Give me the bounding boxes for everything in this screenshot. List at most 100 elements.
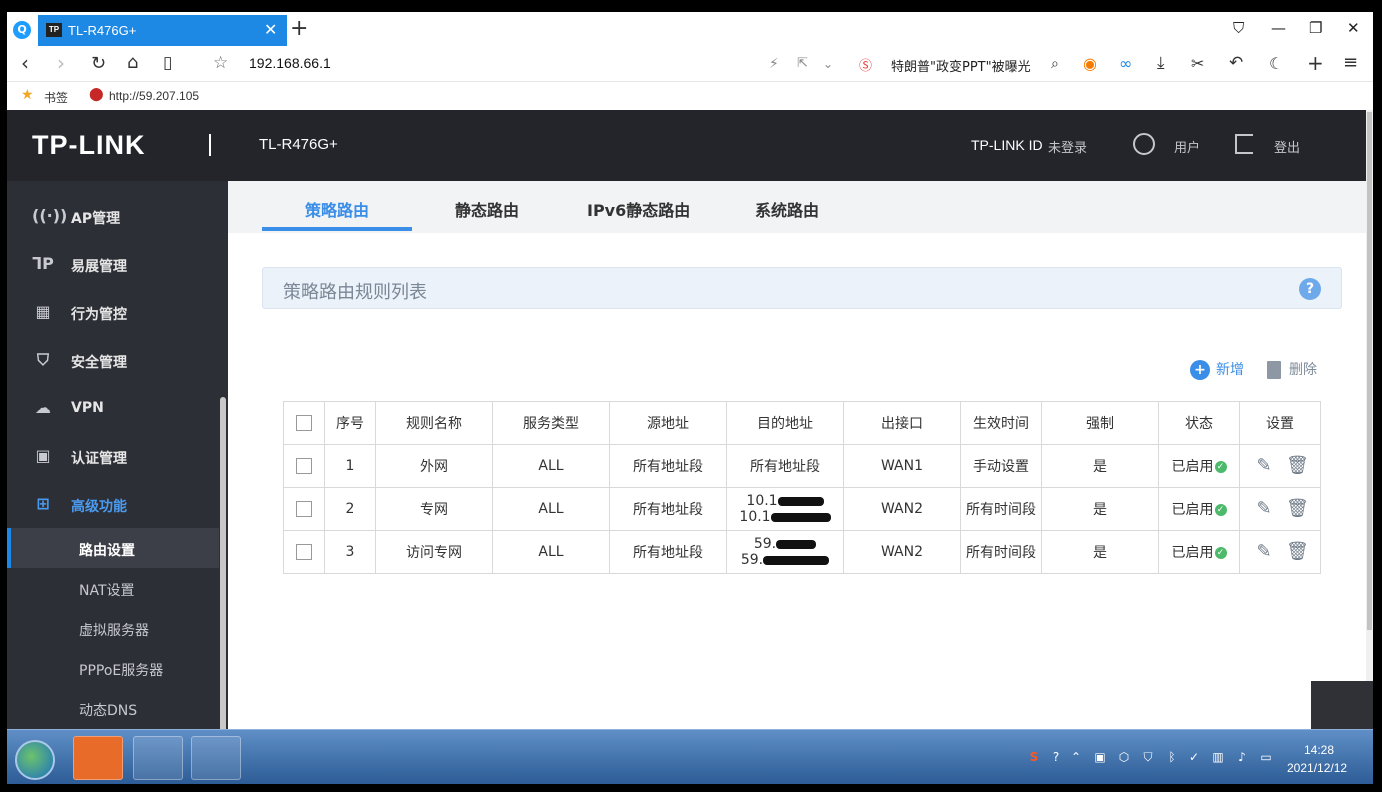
page-scrollbar[interactable]	[1366, 110, 1373, 729]
restore-button[interactable]: ❐	[1309, 19, 1322, 37]
sidebar-sub-ddns[interactable]: 动态DNS	[7, 688, 219, 728]
row-select-cell[interactable]	[283, 444, 325, 488]
tab-ipv6-static-route[interactable]: IPv6静态路由	[587, 197, 690, 221]
scissors-icon[interactable]: ✂	[1191, 54, 1204, 73]
tpid-status[interactable]: 未登录	[1048, 137, 1087, 156]
row-select-cell[interactable]	[283, 487, 325, 531]
action-center-icon[interactable]: ▭	[1259, 750, 1273, 764]
url-field[interactable]: 192.168.66.1	[249, 55, 331, 71]
trash-icon[interactable]: 🗑	[1286, 499, 1309, 519]
add-icon[interactable]: +	[1307, 51, 1324, 75]
clock-time[interactable]: 14:28	[1304, 743, 1334, 757]
redaction-mark	[763, 555, 830, 565]
undo-icon[interactable]: ↶	[1229, 53, 1243, 73]
close-window-button[interactable]: ✕	[1347, 19, 1360, 37]
sidebar-item-behavior[interactable]: ▦ 行为管控	[7, 292, 219, 332]
sidebar-item-advanced[interactable]: ⊞ 高级功能	[7, 484, 219, 524]
search-input[interactable]: 特朗普"政变PPT"被曝光	[891, 56, 1031, 75]
chevron-down-icon[interactable]: ⌄	[823, 57, 833, 71]
row-checkbox[interactable]	[296, 544, 312, 560]
sidebar-item-auth[interactable]: ▣ 认证管理	[7, 436, 219, 476]
bluetooth-icon[interactable]: ᛒ	[1165, 750, 1179, 764]
rules-table: 序号 规则名称 服务类型 源地址 目的地址 出接口 生效时间 强制 状态 设置 …	[283, 401, 1321, 574]
edit-icon[interactable]: ✎	[1254, 499, 1274, 519]
sidebar-item-security[interactable]: ⛉ 安全管理	[7, 340, 219, 380]
select-all-cell[interactable]	[283, 401, 325, 445]
sidebar-item-vpn[interactable]: ☁ VPN	[7, 388, 219, 428]
menu-icon[interactable]: ≡	[1343, 52, 1358, 73]
logout-link[interactable]: 登出	[1274, 137, 1300, 156]
col-header: 强制	[1041, 401, 1159, 445]
update-icon[interactable]: ✓	[1187, 750, 1201, 764]
browser-tab[interactable]: TP TL-R476G+ ✕	[38, 15, 287, 46]
cell-src: 所有地址段	[609, 444, 727, 488]
sidebar-item-label: AP管理	[71, 211, 121, 227]
sidebar-sub-pppoe[interactable]: PPPoE服务器	[7, 648, 219, 688]
sidebar-item-mesh[interactable]: ᒣP 易展管理	[7, 244, 219, 284]
device-icon[interactable]: ▥	[1211, 750, 1225, 764]
tab-system-route[interactable]: 系统路由	[755, 197, 819, 221]
tab-close-icon[interactable]: ✕	[264, 20, 277, 40]
home-icon[interactable]: ⌂	[127, 52, 138, 73]
tpid-label[interactable]: TP-LINK ID	[971, 137, 1043, 153]
edit-icon[interactable]: ✎	[1254, 456, 1274, 476]
security-tray-icon[interactable]: ⬡	[1117, 750, 1131, 764]
clock-date[interactable]: 2021/12/12	[1287, 761, 1347, 775]
shield-tray-icon[interactable]: ⛉	[1141, 750, 1155, 764]
notepad-app-icon[interactable]	[191, 736, 241, 780]
bookmarks-label[interactable]: 书签	[44, 89, 68, 106]
sidebar-sub-label: PPPoE服务器	[79, 663, 164, 679]
route-tabs: 策略路由 静态路由 IPv6静态路由 系统路由	[228, 181, 1366, 233]
user-icon[interactable]	[1133, 133, 1155, 155]
sidebar-sub-routing[interactable]: 路由设置	[7, 528, 219, 568]
browser-logo-icon[interactable]: Q	[13, 21, 31, 39]
search-icon[interactable]: ⌕	[1051, 56, 1059, 72]
back-icon[interactable]: ‹	[21, 51, 29, 75]
sidebar-scrollbar[interactable]	[220, 397, 226, 733]
pdf-app-icon[interactable]	[73, 736, 123, 780]
row-checkbox[interactable]	[296, 501, 312, 517]
page-scrollbar-thumb[interactable]	[1367, 112, 1372, 630]
minimize-button[interactable]: —	[1271, 19, 1286, 37]
tab-policy-route[interactable]: 策略路由	[305, 197, 369, 221]
new-tab-button[interactable]: +	[290, 16, 308, 41]
download-icon[interactable]: ⤓	[1157, 53, 1165, 73]
lightning-icon[interactable]: ⚡	[769, 56, 779, 72]
star-icon[interactable]: ☆	[213, 53, 228, 73]
bookmark-link[interactable]: http://59.207.105	[109, 89, 199, 103]
help-icon[interactable]: ?	[1299, 278, 1321, 300]
help-tray-icon[interactable]: ?	[1049, 750, 1063, 764]
add-button[interactable]: + 新增	[1190, 359, 1244, 380]
volume-icon[interactable]: ♪	[1235, 750, 1249, 764]
logout-icon[interactable]	[1235, 134, 1253, 154]
trash-icon[interactable]: 🗑	[1286, 456, 1309, 476]
user-link[interactable]: 用户	[1174, 137, 1200, 156]
delete-button[interactable]: 删除	[1267, 359, 1317, 379]
start-button[interactable]	[15, 740, 55, 780]
search-engine-icon[interactable]: Ⓢ	[859, 55, 872, 74]
shirt-icon[interactable]: ⛉	[1233, 19, 1244, 37]
status-text: 已启用	[1171, 545, 1214, 561]
tab-static-route[interactable]: 静态路由	[455, 197, 519, 221]
reading-icon[interactable]: ▯	[163, 53, 172, 73]
game-icon[interactable]: ◉	[1083, 54, 1097, 73]
trash-icon[interactable]: 🗑	[1286, 542, 1309, 562]
edit-icon[interactable]: ✎	[1254, 542, 1274, 562]
network-alert-icon[interactable]: ▣	[1093, 750, 1107, 764]
sidebar-sub-nat[interactable]: NAT设置	[7, 568, 219, 608]
row-select-cell[interactable]	[283, 530, 325, 574]
ime-icon[interactable]: S	[1027, 750, 1041, 764]
row-checkbox[interactable]	[296, 458, 312, 474]
browser-app-icon[interactable]	[133, 736, 183, 780]
sidebar-sub-virtual-server[interactable]: 虚拟服务器	[7, 608, 219, 648]
share-icon[interactable]: ⇱	[797, 56, 808, 71]
select-all-checkbox[interactable]	[296, 415, 312, 431]
night-mode-icon[interactable]: ☾	[1269, 54, 1283, 73]
forward-icon[interactable]: ›	[57, 51, 65, 75]
check-icon: ✓	[1214, 547, 1227, 559]
sidebar-item-ap[interactable]: ((·)) AP管理	[7, 196, 219, 236]
infinity-icon[interactable]: ∞	[1119, 54, 1132, 73]
tray-expand-icon[interactable]: ⌃	[1069, 750, 1083, 764]
reload-icon[interactable]: ↻	[91, 53, 106, 74]
col-header: 目的地址	[726, 401, 844, 445]
